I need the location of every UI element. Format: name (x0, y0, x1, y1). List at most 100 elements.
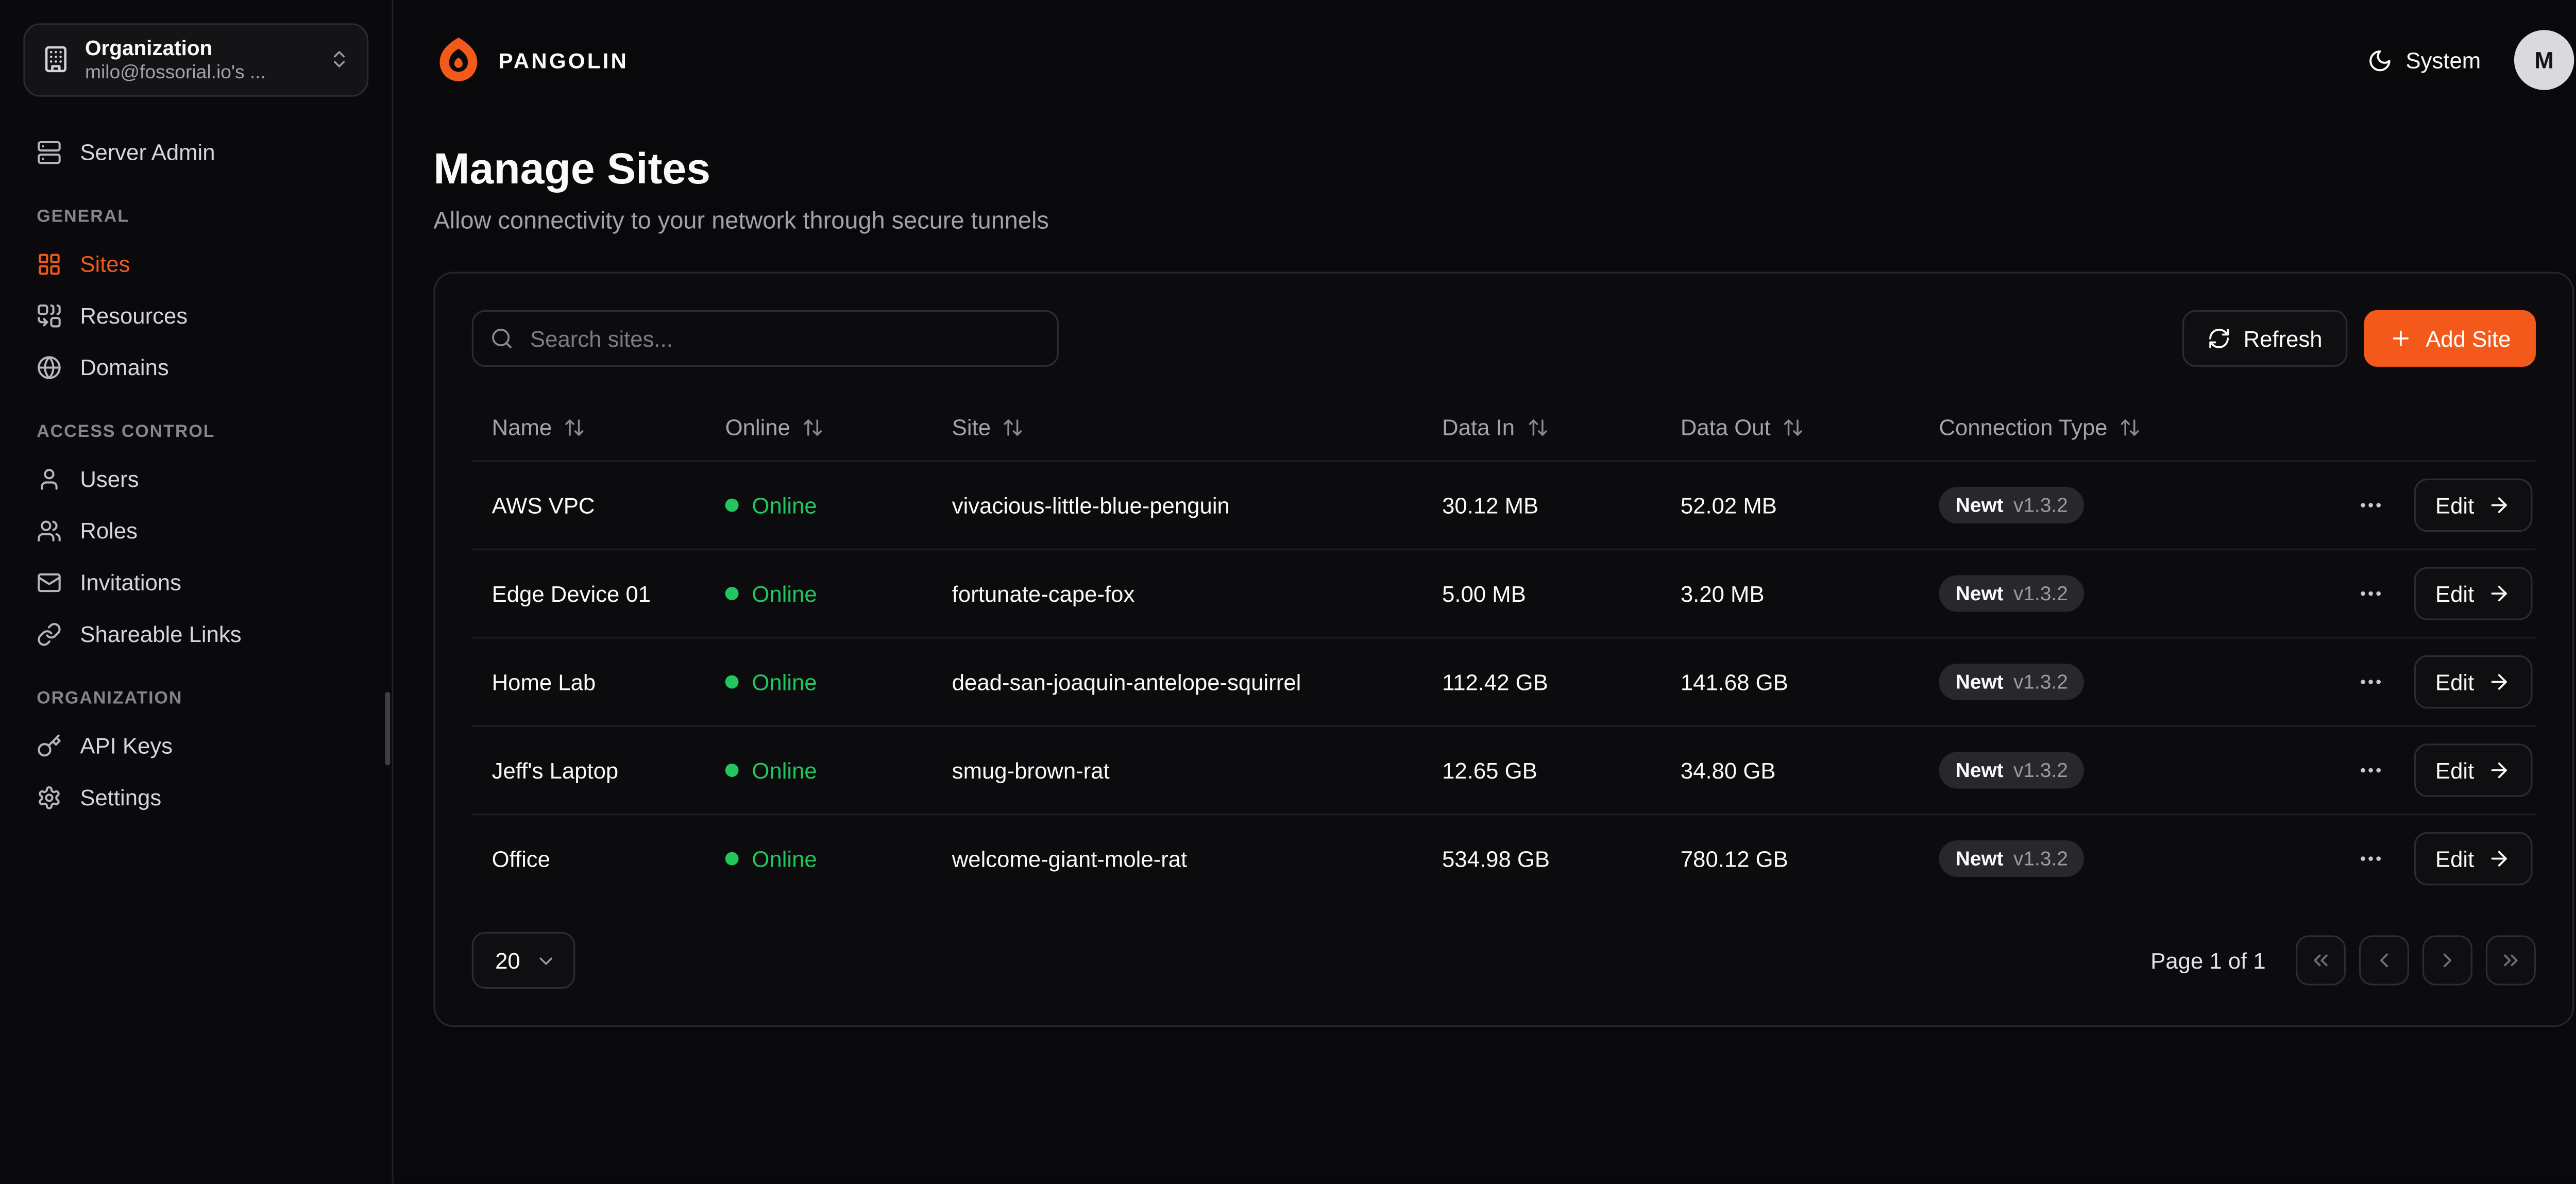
theme-toggle-button[interactable]: System (2367, 47, 2481, 73)
previous-page-button[interactable] (2359, 935, 2409, 985)
page-header: Manage Sites Allow connectivity to your … (394, 120, 2576, 235)
cell-data-in: 5.00 MB (1422, 581, 1660, 606)
row-menu-button[interactable] (2353, 488, 2387, 522)
column-header-connection-type[interactable]: Connection Type (1919, 414, 2314, 439)
connection-name: Newt (1956, 494, 2004, 517)
cell-online: Online (705, 492, 932, 518)
sidebar-scrollbar-thumb[interactable] (385, 692, 391, 765)
arrow-right-icon (2487, 582, 2511, 605)
user-avatar[interactable]: M (2514, 30, 2574, 90)
status-indicator: Online (725, 758, 817, 784)
row-menu-button[interactable] (2353, 577, 2387, 611)
table-row: AWS VPCOnlinevivacious-little-blue-pengu… (472, 460, 2536, 549)
org-selector[interactable]: Organization milo@fossorial.io's ... (23, 23, 368, 96)
connection-type-badge: Newtv1.3.2 (1939, 752, 2084, 788)
cell-connection-type: Newtv1.3.2 (1919, 752, 2314, 788)
status-indicator: Online (725, 847, 817, 872)
cell-data-out: 34.80 GB (1660, 758, 1919, 783)
edit-button[interactable]: Edit (2414, 479, 2533, 532)
row-menu-button[interactable] (2353, 665, 2387, 699)
cell-name: Edge Device 01 (472, 581, 705, 606)
plus-icon (2389, 327, 2412, 350)
row-menu-button[interactable] (2353, 842, 2387, 875)
sidebar-item-shareable-links[interactable]: Shareable Links (23, 608, 368, 659)
row-menu-button[interactable] (2353, 754, 2387, 787)
edit-button[interactable]: Edit (2414, 832, 2533, 886)
edit-button[interactable]: Edit (2414, 567, 2533, 620)
sidebar-item-sites[interactable]: Sites (23, 238, 368, 290)
chevron-left-icon (2372, 949, 2396, 972)
sidebar-item-label: Resources (80, 303, 188, 328)
add-site-button[interactable]: Add Site (2364, 310, 2535, 367)
sort-icon (802, 416, 824, 437)
status-label: Online (752, 670, 817, 695)
sidebar-item-label: Users (80, 466, 139, 492)
brand[interactable]: PANGOLIN (433, 35, 629, 85)
online-dot (725, 764, 739, 777)
arrow-right-icon (2487, 847, 2511, 870)
connection-version: v1.3.2 (2013, 494, 2068, 517)
first-page-button[interactable] (2296, 935, 2346, 985)
ellipsis-icon (2357, 845, 2384, 872)
ellipsis-icon (2357, 669, 2384, 696)
sidebar-item-api-keys[interactable]: API Keys (23, 720, 368, 771)
sidebar-item-domains[interactable]: Domains (23, 341, 368, 393)
status-indicator: Online (725, 670, 817, 695)
combine-icon (37, 303, 62, 328)
sidebar-item-settings[interactable]: Settings (23, 771, 368, 823)
column-header-data-in[interactable]: Data In (1422, 414, 1660, 439)
page-size-select[interactable]: 20 (472, 932, 575, 989)
column-header-label: Online (725, 414, 790, 439)
column-header-label: Data Out (1681, 414, 1771, 439)
cell-connection-type: Newtv1.3.2 (1919, 664, 2314, 700)
mail-icon (37, 569, 62, 595)
column-header-online[interactable]: Online (705, 414, 932, 439)
search-box (472, 310, 1059, 367)
last-page-button[interactable] (2486, 935, 2536, 985)
refresh-button[interactable]: Refresh (2182, 310, 2347, 367)
next-page-button[interactable] (2422, 935, 2472, 985)
connection-type-badge: Newtv1.3.2 (1939, 575, 2084, 612)
cell-connection-type: Newtv1.3.2 (1919, 840, 2314, 877)
table-header-row: Name Online SiteData In Data Out Connection … (472, 394, 2536, 460)
users-icon (37, 518, 62, 543)
ellipsis-icon (2357, 757, 2384, 784)
moon-icon (2367, 47, 2393, 73)
sort-icon (2119, 416, 2141, 437)
sidebar-item-invitations[interactable]: Invitations (23, 556, 368, 608)
column-header-data-out[interactable]: Data Out (1660, 414, 1919, 439)
settings-icon (37, 785, 62, 810)
table-row: Home LabOnlinedead-san-joaquin-antelope-… (472, 637, 2536, 725)
cell-site: vivacious-little-blue-penguin (932, 493, 1422, 518)
table-body: AWS VPCOnlinevivacious-little-blue-pengu… (472, 460, 2536, 902)
sidebar-item-server-admin[interactable]: Server Admin (23, 126, 368, 178)
connection-type-badge: Newtv1.3.2 (1939, 664, 2084, 700)
connection-version: v1.3.2 (2013, 847, 2068, 870)
main-content: PANGOLIN System M Manage Sites Allow con… (394, 0, 2576, 1184)
sidebar-item-roles[interactable]: Roles (23, 504, 368, 556)
cell-data-in: 12.65 GB (1422, 758, 1660, 783)
status-label: Online (752, 847, 817, 872)
edit-button-label: Edit (2435, 846, 2474, 871)
edit-button[interactable]: Edit (2414, 655, 2533, 709)
user-icon (37, 466, 62, 492)
sidebar-item-resources[interactable]: Resources (23, 290, 368, 341)
sidebar-item-label: Shareable Links (80, 621, 241, 647)
nav-section-label-access-control: ACCESS CONTROL (37, 421, 355, 441)
status-indicator: Online (725, 493, 817, 518)
cell-online: Online (705, 581, 932, 606)
sidebar-item-label: Domains (80, 354, 168, 380)
search-input[interactable] (472, 310, 1059, 367)
connection-type-badge: Newtv1.3.2 (1939, 840, 2084, 877)
column-header-name[interactable]: Name (472, 414, 705, 439)
building-icon (42, 45, 70, 74)
cell-actions: Edit (2314, 479, 2536, 532)
online-dot (725, 499, 739, 512)
sidebar-item-users[interactable]: Users (23, 453, 368, 504)
cell-data-out: 141.68 GB (1660, 669, 1919, 695)
column-header-site[interactable]: Site (932, 414, 1422, 439)
status-indicator: Online (725, 582, 817, 607)
edit-button[interactable]: Edit (2414, 743, 2533, 797)
org-title: Organization (85, 37, 313, 63)
page-info: Page 1 of 1 (2150, 948, 2265, 973)
